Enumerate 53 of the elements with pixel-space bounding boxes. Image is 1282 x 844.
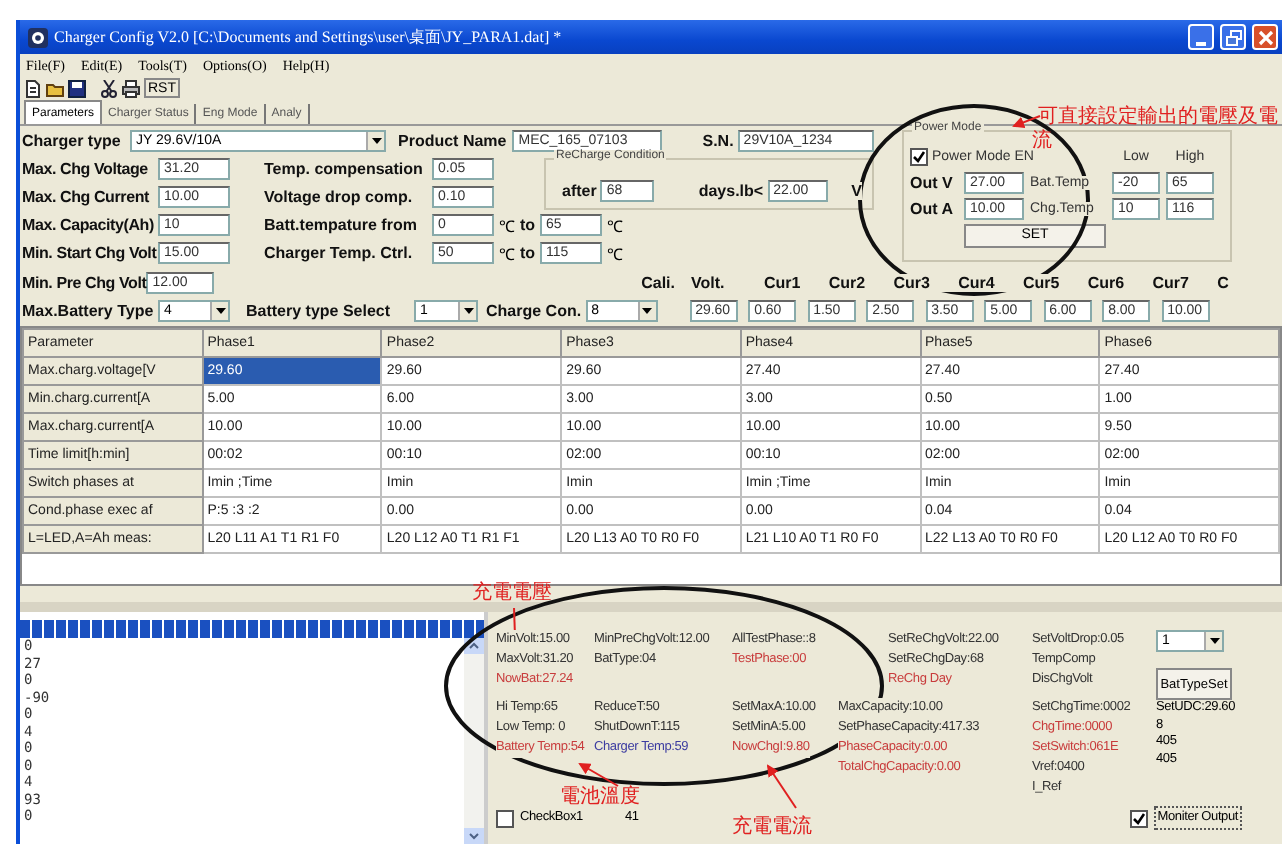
- annotation-text: 流: [1032, 130, 1052, 152]
- caret-icon: [1209, 638, 1219, 644]
- maximize-button[interactable]: [1220, 24, 1246, 50]
- unit-label: ℃: [497, 215, 517, 235]
- field-label: Max.Battery Type: [22, 301, 154, 319]
- scroll-down-icon: [464, 828, 484, 844]
- caret-icon: [371, 137, 381, 143]
- checkmark-icon: [1131, 811, 1146, 825]
- field-label: Min. Start Chg Volt: [22, 243, 158, 261]
- unit-label: ℃: [605, 215, 625, 235]
- caret-icon: [463, 307, 473, 313]
- restore-icon: [1225, 29, 1241, 45]
- scrollbar[interactable]: [464, 638, 484, 844]
- annotation-text: 充電電流: [732, 816, 812, 840]
- field-label: Out V: [910, 174, 958, 192]
- field-label: Charge Con.: [486, 301, 582, 319]
- checkbox[interactable]: [1129, 809, 1148, 827]
- minimize-icon: [1196, 41, 1206, 45]
- field-label: Product Name: [398, 131, 507, 149]
- annotation-arrow: [578, 763, 619, 787]
- app-icon: [28, 27, 48, 47]
- unit-label: ℃: [497, 243, 517, 263]
- minimize-button[interactable]: [1188, 24, 1214, 50]
- annotation-arrow: [1012, 115, 1041, 128]
- field-label: to: [520, 215, 540, 233]
- unit-label: V: [851, 181, 862, 199]
- checkbox[interactable]: [910, 148, 928, 166]
- field-label: days.lb<: [698, 181, 764, 199]
- caret-icon: [215, 307, 225, 313]
- field-label: Cali.: [641, 273, 675, 291]
- window-title: Charger Config V2.0 [C:\Documents and Settings\user\桌面\JY_PARA1.dat] *: [54, 26, 562, 48]
- document-icon[interactable]: [24, 79, 42, 97]
- checkbox[interactable]: [496, 809, 514, 827]
- column-label: Cur4: [958, 273, 1023, 291]
- field-label: Out A: [910, 200, 958, 218]
- annotation-arrow: [766, 764, 797, 809]
- cut-icon[interactable]: [100, 79, 118, 97]
- save-icon[interactable]: [68, 79, 86, 97]
- annotation-text: 可直接設定輸出的電壓及電: [1038, 106, 1278, 129]
- checkmark-icon: [912, 150, 926, 164]
- annotation-text: 電池溫度: [560, 786, 640, 810]
- close-icon: [1257, 29, 1273, 45]
- unit-label: ℃: [605, 243, 625, 263]
- field-label: to: [520, 243, 540, 261]
- field-label: Max. Capacity(Ah): [22, 215, 158, 233]
- field-label: Min. Pre Chg Volt: [22, 273, 147, 291]
- print-icon[interactable]: [122, 79, 140, 97]
- close-button[interactable]: [1252, 24, 1278, 50]
- column-label: Cur3: [893, 273, 959, 291]
- annotation-text: 充電電壓: [472, 582, 552, 606]
- caret-icon: [642, 307, 653, 313]
- field-label: after: [562, 181, 597, 199]
- field-label: S.N.: [702, 131, 734, 149]
